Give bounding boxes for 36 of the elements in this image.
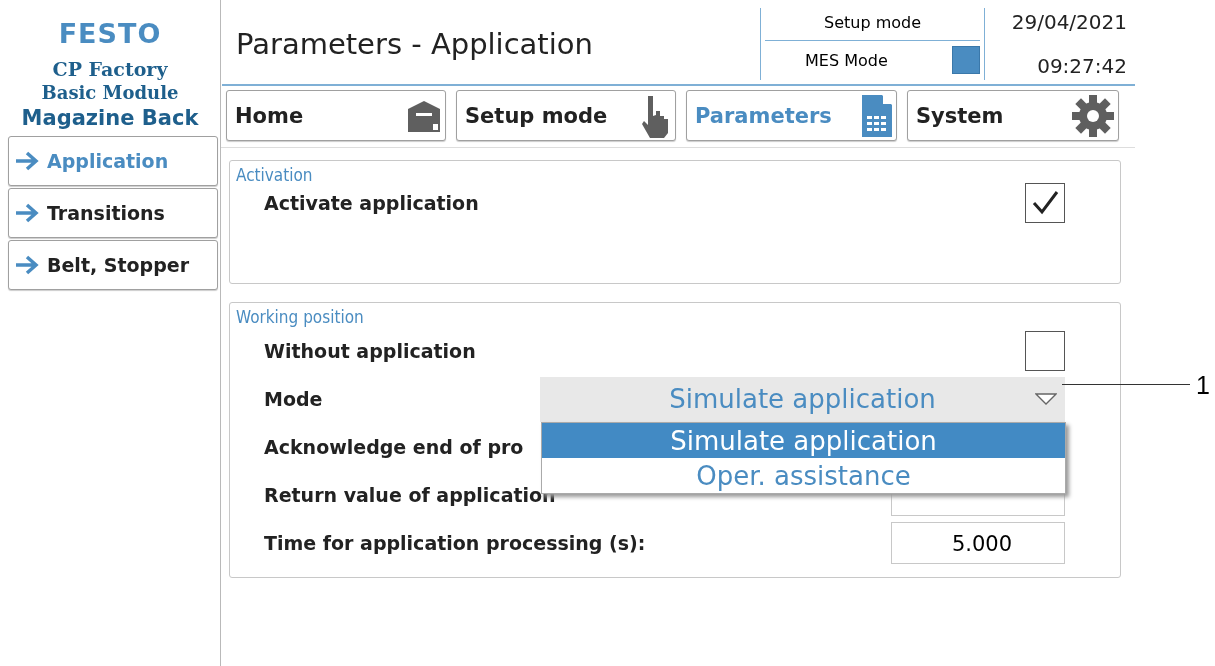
checkbox[interactable] xyxy=(1025,183,1065,223)
module-name: Magazine Back xyxy=(20,106,200,130)
panel-title: Working position xyxy=(236,307,365,327)
side-menu-item[interactable]: Transitions xyxy=(8,188,218,238)
parameter-label: Mode xyxy=(264,388,323,410)
logo: FESTO xyxy=(57,18,163,49)
parameter-label: Without application xyxy=(264,340,476,362)
nav-button[interactable]: Setup mode xyxy=(456,90,676,141)
arrow-icon xyxy=(15,255,39,275)
parameter-label: Activate application xyxy=(264,192,479,214)
arrow-icon xyxy=(15,151,39,171)
checkbox[interactable] xyxy=(1025,331,1065,371)
panel-title: Activation xyxy=(236,165,314,185)
spreadsheet-document-icon xyxy=(861,93,893,138)
side-menu-item[interactable]: Application xyxy=(8,136,218,186)
date: 29/04/2021 xyxy=(1011,10,1127,34)
nav-button[interactable]: System xyxy=(907,90,1119,141)
time: 09:27:42 xyxy=(1037,54,1127,78)
settings-icon xyxy=(1071,93,1115,138)
garage-icon xyxy=(406,98,442,133)
page-title: Parameters - Application xyxy=(235,26,594,63)
dropdown-arrow-icon xyxy=(1035,392,1057,405)
parameter-label: Time for application processing (s): xyxy=(264,532,646,554)
nav-button[interactable]: Home xyxy=(226,90,446,141)
number-field[interactable]: 5.000 xyxy=(891,522,1065,564)
arrow-icon xyxy=(15,203,39,223)
callout-number: 1 xyxy=(1195,371,1210,399)
side-menu-item[interactable]: Belt, Stopper xyxy=(8,240,218,290)
mes-mode-label: MES Mode xyxy=(805,50,888,70)
dropdown-option[interactable]: Simulate application xyxy=(542,423,1065,458)
nav-button[interactable]: Parameters xyxy=(686,90,897,141)
station-line: Basic Module xyxy=(40,82,180,104)
dropdown-option[interactable]: Oper. assistance xyxy=(542,458,1065,493)
setup-mode-label: Setup mode xyxy=(765,8,980,41)
station-line: CP Factory xyxy=(51,57,169,82)
parameter-label: Acknowledge end of pro xyxy=(264,436,524,458)
